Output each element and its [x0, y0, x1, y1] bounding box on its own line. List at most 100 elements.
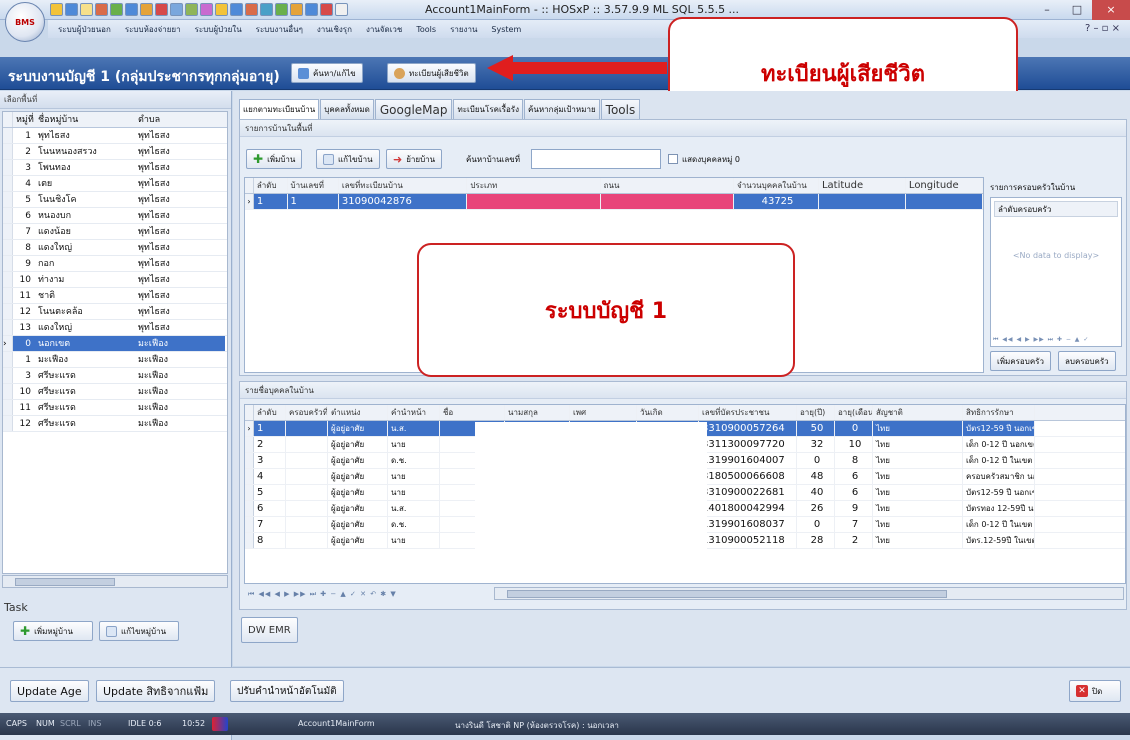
close-icon: ✕: [1076, 685, 1088, 697]
village-row[interactable]: 5 โนนชิงโค พุทไธสง: [3, 192, 227, 208]
family-table[interactable]: ลำดับครอบครัว <No data to display> ⏮ ◀◀ …: [990, 197, 1122, 347]
close-label: ปิด: [1092, 686, 1103, 696]
delete-family-button[interactable]: ลบครอบครัว: [1058, 351, 1116, 371]
village-row[interactable]: 12 โนนตะคล้อ พุทไธสง: [3, 304, 227, 320]
col-type[interactable]: ประเภท: [467, 178, 601, 193]
tab-by-house[interactable]: แยกตามทะเบียนบ้าน: [239, 99, 320, 119]
village-row[interactable]: 1 มะเฟือง มะเฟือง: [3, 352, 227, 368]
update-age-button[interactable]: Update Age: [10, 680, 89, 702]
col-rights[interactable]: สิทธิการรักษา: [963, 405, 1035, 420]
menu-report[interactable]: รายงาน: [450, 23, 477, 36]
house-row[interactable]: › 1 1 31090042876 43725: [245, 194, 983, 210]
adjust-prefix-button[interactable]: ปรับคำนำหน้าอัตโนมัติ: [230, 680, 344, 702]
village-moo: 10: [19, 275, 31, 285]
col-sex[interactable]: เพศ: [570, 405, 637, 420]
village-row[interactable]: 4 เตย พุทไธสง: [3, 176, 227, 192]
menu-other[interactable]: ระบบงานอื่นๆ: [256, 23, 303, 36]
village-row[interactable]: 3 โพนทอง พุทไธสง: [3, 160, 227, 176]
tab-tools[interactable]: Tools: [600, 99, 641, 119]
col-tambon[interactable]: ตำบล: [135, 112, 225, 127]
village-row[interactable]: 1 พุทไธสง พุทไธสง: [3, 128, 227, 144]
col-age-months[interactable]: อายุ(เดือน): [835, 405, 873, 420]
village-row[interactable]: 8 แดงใหญ่ พุทไธสง: [3, 240, 227, 256]
col-seq[interactable]: ลำดับ: [254, 178, 288, 193]
quick-access-toolbar[interactable]: [50, 3, 348, 16]
menu-medical[interactable]: งานจัดเวช: [366, 23, 402, 36]
house-reg-number: 31090042876: [338, 194, 468, 209]
col-longitude[interactable]: Longitude: [906, 178, 983, 193]
add-family-button[interactable]: เพิ่มครอบครัว: [990, 351, 1051, 371]
village-row[interactable]: 6 หนองบก พุทไธสง: [3, 208, 227, 224]
person-navigator[interactable]: ⏮ ◀◀ ◀ ▶ ▶▶ ⏭ ✚ − ▲ ✓ ✕ ↶ ✱ ▼: [248, 590, 397, 602]
show-moo0-checkbox[interactable]: [668, 154, 678, 164]
col-age-years[interactable]: อายุ(ปี): [797, 405, 835, 420]
ribbon-controls[interactable]: ? – ▫ ×: [1085, 23, 1120, 34]
village-row[interactable]: 2 โนนหนองสรวง พุทไธสง: [3, 144, 227, 160]
village-row[interactable]: 10 ท่างาม พุทไธสง: [3, 272, 227, 288]
menu-opd[interactable]: ระบบผู้ป่วยนอก: [58, 23, 111, 36]
search-house-input[interactable]: [531, 149, 661, 169]
menu-pharmacy[interactable]: ระบบห้องจ่ายยา: [125, 23, 181, 36]
move-house-button[interactable]: ➜ ย้ายบ้าน: [386, 149, 443, 169]
village-row[interactable]: 11 ศรีษะแรด มะเฟือง: [3, 400, 227, 416]
village-row[interactable]: 13 แดงใหญ่ พุทไธสง: [3, 320, 227, 336]
menu-system[interactable]: System: [491, 25, 521, 34]
village-row[interactable]: 10 ศรีษะแรด มะเฟือง: [3, 384, 227, 400]
col-position[interactable]: ตำแหน่ง: [328, 405, 388, 420]
col-latitude[interactable]: Latitude: [819, 178, 906, 193]
edit-house-button[interactable]: แก้ไขบ้าน: [316, 149, 380, 169]
col-village-name[interactable]: ชื่อหมู่บ้าน: [35, 112, 135, 127]
person-age-months: 0: [835, 421, 873, 436]
menu-tools[interactable]: Tools: [416, 25, 436, 34]
row-indicator: [245, 469, 254, 484]
village-row[interactable]: 7 แดงน้อย พุทไธสง: [3, 224, 227, 240]
menu-proactive[interactable]: งานเชิงรุก: [317, 23, 352, 36]
village-row[interactable]: 3 ศรีษะแรด มะเฟือง: [3, 368, 227, 384]
village-row[interactable]: 11 ชาติ พุทไธสง: [3, 288, 227, 304]
col-moo[interactable]: หมู่ที่: [13, 112, 35, 127]
close-form-button[interactable]: ✕ ปิด: [1069, 680, 1121, 702]
col-nationality[interactable]: สัญชาติ: [873, 405, 963, 420]
col-first-name[interactable]: ชื่อ: [440, 405, 505, 420]
search-edit-button[interactable]: ค้นหา/แก้ไข: [291, 63, 363, 83]
col-reg-no[interactable]: เลขที่ทะเบียนบ้าน: [339, 178, 468, 193]
person-horizontal-scrollbar[interactable]: [494, 587, 1124, 600]
col-family-seq[interactable]: ลำดับครอบครัว: [994, 201, 1118, 217]
tab-googlemap[interactable]: GoogleMap: [374, 99, 453, 119]
village-row[interactable]: › 0 นอกเขต มะเฟือง: [3, 336, 227, 352]
family-navigator[interactable]: ⏮ ◀◀ ◀ ▶ ▶▶ ⏭ ✚ − ▲ ✓: [993, 336, 1089, 344]
person-position: ผู้อยู่อาศัย: [328, 485, 388, 500]
village-moo: 0: [13, 336, 35, 351]
update-rights-button[interactable]: Update สิทธิจากแฟ้ม: [96, 680, 216, 702]
tab-all-persons[interactable]: บุคคลทั้งหมด: [320, 99, 374, 119]
menu-ipd[interactable]: ระบบผู้ป่วยใน: [195, 23, 242, 36]
col-family-no[interactable]: ครอบครัวที่: [286, 405, 328, 420]
village-name: ท่างาม: [38, 275, 65, 285]
col-road[interactable]: ถนน: [601, 178, 735, 193]
maximize-icon[interactable]: □: [1062, 0, 1092, 20]
row-indicator: [3, 352, 13, 367]
col-person-count[interactable]: จำนวนบุคคลในบ้าน: [734, 178, 819, 193]
col-cid[interactable]: เลขที่บัตรประชาชน: [699, 405, 797, 420]
edit-village-button[interactable]: แก้ไขหมู่บ้าน: [99, 621, 179, 641]
col-prefix[interactable]: คำนำหน้า: [388, 405, 440, 420]
col-dob[interactable]: วันเกิด: [637, 405, 699, 420]
add-village-button[interactable]: ✚ เพิ่มหมู่บ้าน: [13, 621, 93, 641]
col-house-no[interactable]: บ้านเลขที่: [288, 178, 339, 193]
person-seq: 3: [254, 453, 286, 468]
app-logo[interactable]: BMS: [5, 2, 45, 42]
village-horizontal-scrollbar[interactable]: [2, 575, 228, 588]
close-icon[interactable]: ×: [1092, 0, 1130, 20]
tab-chronic[interactable]: ทะเบียนโรคเรื้อรัง: [453, 99, 524, 119]
add-house-button[interactable]: ✚ เพิ่มบ้าน: [246, 149, 303, 169]
person-table[interactable]: ลำดับ ครอบครัวที่ ตำแหน่ง คำนำหน้า ชื่อ …: [244, 404, 1126, 584]
death-registry-button[interactable]: ทะเบียนผู้เสียชีวิต: [387, 63, 476, 83]
village-table[interactable]: หมู่ที่ ชื่อหมู่บ้าน ตำบล 1 พุทไธสง พุทไธส…: [2, 111, 228, 574]
village-row[interactable]: 9 กอก พุทไธสง: [3, 256, 227, 272]
col-last-name[interactable]: นามสกุล: [505, 405, 570, 420]
village-row[interactable]: 12 ศรีษะแรด มะเฟือง: [3, 416, 227, 432]
dw-emr-button[interactable]: DW EMR: [241, 617, 298, 643]
tab-target-group[interactable]: ค้นหากลุ่มเป้าหมาย: [524, 99, 600, 119]
minimize-icon[interactable]: –: [1032, 0, 1062, 20]
col-person-seq[interactable]: ลำดับ: [254, 405, 286, 420]
